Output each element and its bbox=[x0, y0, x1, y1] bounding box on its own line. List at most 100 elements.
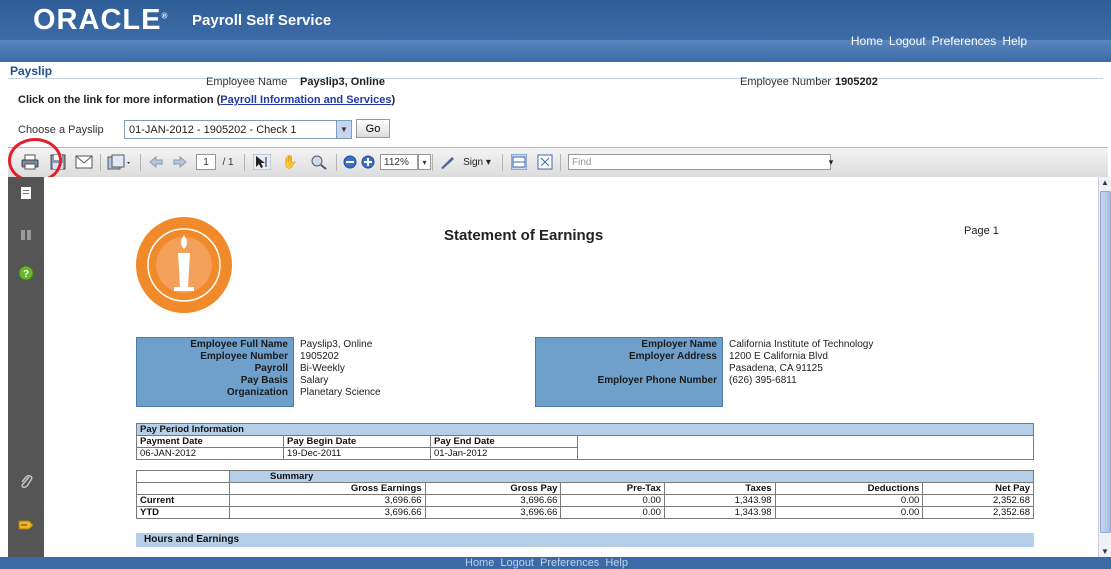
table-cell: Pay Begin Date bbox=[283, 435, 431, 448]
header-link-home[interactable]: Home bbox=[851, 34, 883, 48]
next-page-icon[interactable] bbox=[172, 153, 188, 171]
payslip-select-value: 01-JAN-2012 - 1905202 - Check 1 bbox=[129, 123, 297, 136]
zoom-in-icon[interactable] bbox=[360, 153, 376, 171]
pay-period-heading: Pay Period Information bbox=[136, 423, 1034, 436]
attachment-icon[interactable] bbox=[18, 473, 34, 489]
table-cell: 3,696.66 bbox=[424, 494, 562, 507]
page-number-label: Page 1 bbox=[964, 225, 999, 237]
footer-link-preferences[interactable]: Preferences bbox=[540, 557, 599, 569]
employee-number-field-label: Employee Number bbox=[200, 351, 288, 362]
table-row: Payment Date Pay Begin Date Pay End Date bbox=[136, 435, 1034, 460]
table-cell bbox=[136, 470, 230, 483]
chevron-down-icon[interactable]: ▼ bbox=[336, 120, 352, 139]
signatures-icon[interactable] bbox=[18, 517, 34, 533]
header-link-logout[interactable]: Logout bbox=[889, 34, 926, 48]
table-cell: 3,696.66 bbox=[424, 506, 562, 519]
table-cell: 0.00 bbox=[774, 506, 924, 519]
employer-address-line1: 1200 E California Blvd bbox=[729, 351, 828, 362]
table-cell: Current bbox=[136, 494, 230, 507]
table-row: Current 3,696.66 3,696.66 0.00 1,343.98 … bbox=[136, 494, 1034, 507]
footer-link-help[interactable]: Help bbox=[605, 557, 628, 569]
prev-page-icon[interactable] bbox=[148, 153, 164, 171]
table-cell: Pay End Date bbox=[430, 435, 578, 448]
oracle-logo: ORACLE® bbox=[33, 4, 169, 36]
zoom-out-icon[interactable] bbox=[342, 153, 358, 171]
payroll-info-link[interactable]: Payroll Information and Services bbox=[220, 94, 391, 106]
bookmarks-icon[interactable] bbox=[18, 227, 34, 243]
header-link-help[interactable]: Help bbox=[1002, 34, 1027, 48]
organization-value: Planetary Science bbox=[300, 387, 381, 398]
find-input[interactable]: Find bbox=[568, 154, 831, 170]
svg-text:?: ? bbox=[23, 269, 29, 280]
pay-basis-label: Pay Basis bbox=[240, 375, 288, 386]
zoom-level-input[interactable]: 112% bbox=[380, 154, 418, 170]
vertical-scrollbar[interactable]: ▲ ▼ bbox=[1098, 177, 1111, 557]
scroll-down-icon[interactable]: ▼ bbox=[1099, 547, 1111, 556]
employee-number-field-value: 1905202 bbox=[300, 351, 339, 362]
employer-phone-label: Employer Phone Number bbox=[597, 375, 717, 386]
employee-number-value: 1905202 bbox=[835, 76, 878, 88]
page-number-input[interactable]: 1 bbox=[196, 154, 216, 170]
separator bbox=[336, 154, 337, 171]
table-cell: Deductions bbox=[774, 482, 924, 495]
pay-period-table: Pay Period Information Payment Date Pay … bbox=[136, 423, 1034, 460]
employee-name-label: Employee Name bbox=[206, 76, 288, 88]
table-cell: 1,343.98 bbox=[663, 506, 776, 519]
page-total: / 1 bbox=[222, 156, 234, 168]
statement-title: Statement of Earnings bbox=[444, 227, 604, 244]
organization-label: Organization bbox=[226, 387, 288, 398]
app-title: Payroll Self Service bbox=[192, 12, 332, 29]
pages-icon[interactable] bbox=[18, 185, 34, 201]
table-cell: Taxes bbox=[663, 482, 776, 495]
help-icon[interactable]: ? bbox=[18, 265, 34, 281]
zoom-dropdown-icon[interactable]: ▾ bbox=[418, 154, 431, 170]
table-row: YTD 3,696.66 3,696.66 0.00 1,343.98 0.00… bbox=[136, 506, 1034, 519]
sign-menu[interactable]: Sign ▾ bbox=[456, 153, 498, 171]
select-text-icon[interactable] bbox=[252, 153, 272, 171]
employer-name-label: Employer Name bbox=[641, 339, 717, 350]
table-cell: 3,696.66 bbox=[229, 494, 426, 507]
pay-basis-value: Salary bbox=[300, 375, 329, 386]
scrollbar-thumb[interactable] bbox=[1100, 191, 1111, 533]
header-link-preferences[interactable]: Preferences bbox=[932, 34, 997, 48]
table-cell: 19-Dec-2011 bbox=[283, 447, 431, 460]
pdf-document: Statement of Earnings Page 1 Employee Fu… bbox=[44, 177, 1098, 557]
employee-full-name-value: Payslip3, Online bbox=[300, 339, 373, 350]
pdf-toolbar: 1 / 1 ✋ 112% ▾ Sign ▾ Find ▾ bbox=[8, 147, 1108, 178]
pdf-side-panel: ? bbox=[8, 177, 44, 557]
app-header: ORACLE® Payroll Self Service Home Logout… bbox=[0, 0, 1111, 62]
table-cell: 2,352.68 bbox=[922, 494, 1034, 507]
email-icon[interactable] bbox=[74, 153, 94, 171]
attach-menu-icon[interactable] bbox=[106, 153, 134, 171]
table-cell: 01-Jan-2012 bbox=[430, 447, 578, 460]
zoom-marquee-icon[interactable] bbox=[308, 153, 330, 171]
separator bbox=[100, 154, 101, 171]
sign-label: Sign bbox=[463, 156, 484, 168]
go-button[interactable]: Go bbox=[356, 119, 390, 138]
pen-icon[interactable] bbox=[438, 153, 456, 171]
footer-link-logout[interactable]: Logout bbox=[500, 557, 534, 569]
table-cell: Pre-Tax bbox=[560, 482, 665, 495]
separator bbox=[432, 154, 433, 171]
choose-payslip-label: Choose a Payslip bbox=[18, 124, 104, 136]
scroll-up-icon[interactable]: ▲ bbox=[1099, 178, 1111, 187]
employee-full-name-label: Employee Full Name bbox=[190, 339, 288, 350]
table-cell: 1,343.98 bbox=[663, 494, 776, 507]
table-cell: Gross Pay bbox=[424, 482, 562, 495]
table-cell: YTD bbox=[136, 506, 230, 519]
employer-phone-value: (626) 395-6811 bbox=[729, 375, 797, 386]
payslip-select[interactable]: 01-JAN-2012 - 1905202 - Check 1 ▼ bbox=[124, 120, 352, 139]
table-cell: 0.00 bbox=[774, 494, 924, 507]
separator bbox=[140, 154, 141, 171]
fit-page-icon[interactable] bbox=[536, 153, 554, 171]
payroll-label: Payroll bbox=[254, 363, 288, 374]
find-options-icon[interactable]: ▾ bbox=[826, 153, 836, 171]
fit-width-icon[interactable] bbox=[510, 153, 528, 171]
employer-address-line2: Pasadena, CA 91125 bbox=[729, 363, 823, 374]
table-cell: 2,352.68 bbox=[922, 506, 1034, 519]
hand-tool-icon[interactable]: ✋ bbox=[280, 153, 300, 171]
table-cell: 0.00 bbox=[560, 494, 665, 507]
hours-earnings-bar: Hours and Earnings bbox=[136, 533, 1034, 547]
employer-name-value: California Institute of Technology bbox=[729, 339, 874, 350]
footer-link-home[interactable]: Home bbox=[465, 557, 494, 569]
